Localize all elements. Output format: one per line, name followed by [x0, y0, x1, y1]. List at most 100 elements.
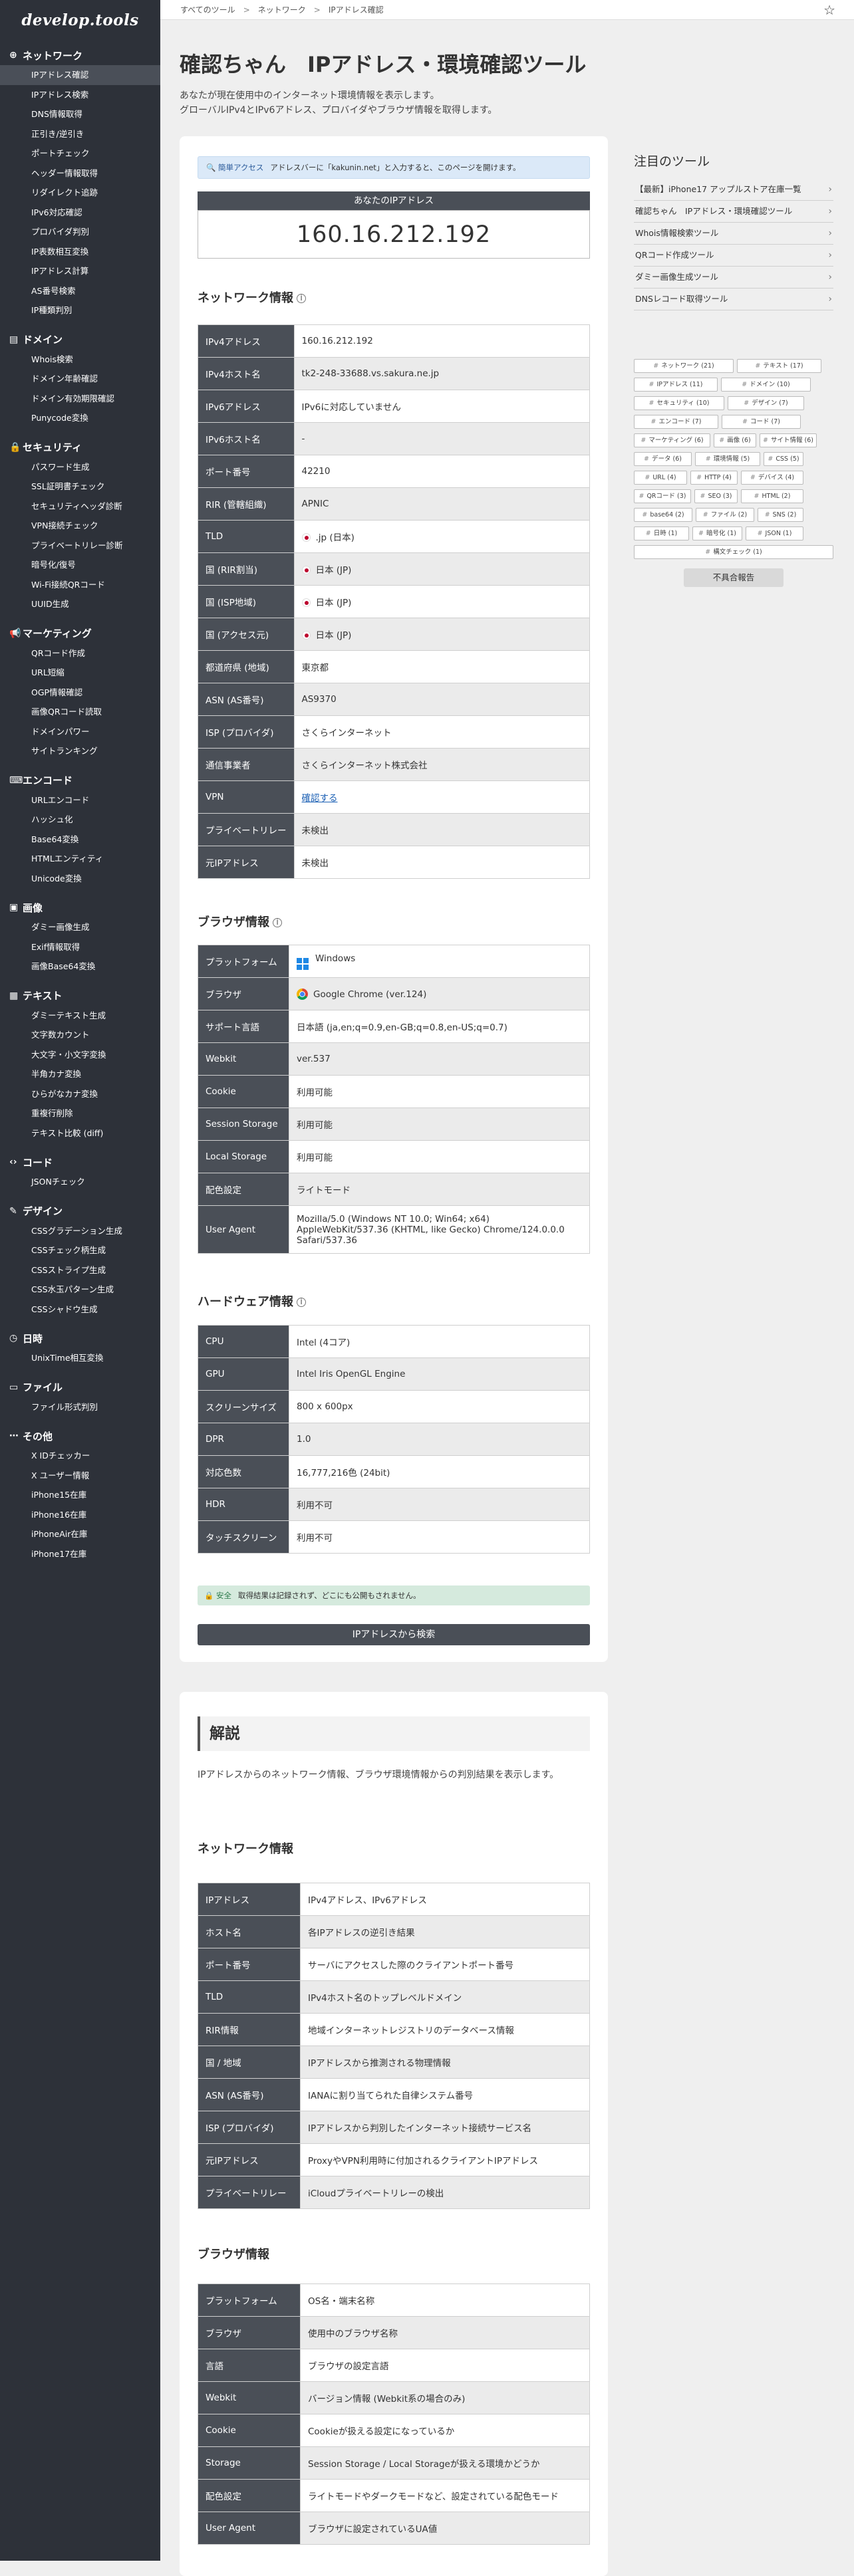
tag-link[interactable]: IPアドレス (11)	[634, 378, 718, 392]
sidebar-item[interactable]: CSSグラデーション生成	[0, 1221, 160, 1241]
sidebar-item[interactable]: Punycode変換	[0, 408, 160, 428]
sidebar-category[interactable]: ▣ 画像	[0, 897, 160, 917]
sidebar-item[interactable]: ヘッダー情報取得	[0, 164, 160, 183]
sidebar-item[interactable]: ドメイン有効期限確認	[0, 389, 160, 409]
sidebar-item[interactable]: Wi-Fi接続QRコード	[0, 575, 160, 595]
sidebar-item[interactable]: iPhoneAir在庫	[0, 1524, 160, 1544]
sidebar-item[interactable]: AS番号検索	[0, 281, 160, 301]
sidebar-item[interactable]: IP表数相互変換	[0, 242, 160, 262]
sidebar-item[interactable]: ドメインパワー	[0, 722, 160, 742]
sidebar-category[interactable]: 📢 マーケティング	[0, 624, 160, 644]
breadcrumb-network[interactable]: ネットワーク	[258, 4, 306, 15]
tag-link[interactable]: 画像 (6)	[714, 433, 756, 447]
sidebar-item[interactable]: 重複行削除	[0, 1104, 160, 1123]
tag-link[interactable]: デザイン (7)	[728, 396, 804, 410]
search-by-ip-button[interactable]: IPアドレスから検索	[198, 1624, 590, 1645]
tag-link[interactable]: セキュリティ (10)	[634, 396, 724, 410]
tag-link[interactable]: 構文チェック (1)	[634, 545, 833, 559]
sidebar-item[interactable]: JSONチェック	[0, 1172, 160, 1192]
sidebar-item[interactable]: プライベートリレー診断	[0, 536, 160, 556]
sidebar-item[interactable]: Whois検索	[0, 350, 160, 370]
sidebar-item[interactable]: VPN接続チェック	[0, 516, 160, 536]
favorite-star-icon[interactable]: ☆	[823, 2, 835, 18]
breadcrumb-all-tools[interactable]: すべてのツール	[180, 4, 235, 15]
tag-link[interactable]: エンコード (7)	[634, 415, 718, 429]
sidebar-item[interactable]: X ユーザー情報	[0, 1466, 160, 1486]
sidebar-item[interactable]: X IDチェッカー	[0, 1446, 160, 1466]
tag-link[interactable]: マーケティング (6)	[634, 433, 710, 447]
sidebar-item[interactable]: IP種類判別	[0, 300, 160, 320]
tag-link[interactable]: データ (6)	[634, 452, 692, 466]
tag-link[interactable]: 日時 (1)	[634, 527, 689, 540]
sidebar-category[interactable]: ⊕ ネットワーク	[0, 45, 160, 65]
tag-link[interactable]: CSS (5)	[764, 452, 803, 466]
tag-link[interactable]: HTTP (4)	[690, 471, 738, 485]
tag-link[interactable]: JSON (1)	[746, 527, 803, 540]
sidebar-item[interactable]: プロバイダ判別	[0, 222, 160, 242]
sidebar-category[interactable]: ▤ ドメイン	[0, 330, 160, 350]
sidebar-category[interactable]: ⋯ その他	[0, 1426, 160, 1446]
tag-link[interactable]: デバイス (4)	[741, 471, 803, 485]
sidebar-item[interactable]: OGP情報確認	[0, 683, 160, 703]
tag-link[interactable]: サイト情報 (6)	[760, 433, 817, 447]
tag-link[interactable]: ファイル (2)	[696, 508, 754, 522]
sidebar-category[interactable]: 🔒 セキュリティ	[0, 437, 160, 457]
tag-link[interactable]: 暗号化 (1)	[692, 527, 742, 540]
tag-link[interactable]: ネットワーク (21)	[634, 359, 734, 373]
sidebar-item[interactable]: パスワード生成	[0, 457, 160, 477]
featured-tool-link[interactable]: QRコード作成ツール ›	[634, 245, 833, 267]
sidebar-item[interactable]: DNS情報取得	[0, 104, 160, 124]
sidebar-item[interactable]: CSSチェック柄生成	[0, 1240, 160, 1260]
tag-link[interactable]: QRコード (3)	[634, 489, 691, 503]
sidebar-category[interactable]: ◷ 日時	[0, 1328, 160, 1348]
sidebar-item[interactable]: QRコード作成	[0, 644, 160, 663]
featured-tool-link[interactable]: DNSレコード取得ツール ›	[634, 289, 833, 310]
sidebar-item[interactable]: URLエンコード	[0, 790, 160, 810]
sidebar-category[interactable]: ⌨ エンコード	[0, 770, 160, 790]
sidebar-item[interactable]: HTMLエンティティ	[0, 849, 160, 869]
tag-link[interactable]: 環境情報 (5)	[695, 452, 760, 466]
sidebar-item[interactable]: 画像QRコード読取	[0, 702, 160, 722]
sidebar-item[interactable]: CSSストライプ生成	[0, 1260, 160, 1280]
featured-tool-link[interactable]: 確認ちゃん IPアドレス・環境確認ツール ›	[634, 201, 833, 223]
sidebar-item[interactable]: CSS水玉パターン生成	[0, 1280, 160, 1300]
info-icon[interactable]: i	[297, 294, 306, 303]
tag-link[interactable]: base64 (2)	[634, 508, 692, 522]
tag-link[interactable]: ドメイン (10)	[721, 378, 811, 392]
sidebar-item[interactable]: テキスト比較 (diff)	[0, 1123, 160, 1143]
sidebar-item[interactable]: 暗号化/復号	[0, 555, 160, 575]
sidebar-item[interactable]: 文字数カウント	[0, 1025, 160, 1045]
sidebar-item[interactable]: Unicode変換	[0, 869, 160, 889]
sidebar-item[interactable]: CSSシャドウ生成	[0, 1300, 160, 1320]
tag-link[interactable]: HTML (2)	[741, 489, 803, 503]
sidebar-item[interactable]: ひらがなカナ変換	[0, 1084, 160, 1104]
sidebar-item[interactable]: ファイル形式判別	[0, 1397, 160, 1417]
sidebar-item[interactable]: SSL証明書チェック	[0, 477, 160, 497]
tag-link[interactable]: SNS (2)	[758, 508, 803, 522]
sidebar-item[interactable]: ポートチェック	[0, 144, 160, 164]
sidebar-item[interactable]: iPhone15在庫	[0, 1485, 160, 1505]
sidebar-item[interactable]: IPv6対応確認	[0, 203, 160, 223]
tag-link[interactable]: コード (7)	[722, 415, 801, 429]
site-logo[interactable]: develop.tools	[0, 0, 160, 40]
featured-tool-link[interactable]: ダミー画像生成ツール ›	[634, 267, 833, 289]
sidebar-category[interactable]: ▦ テキスト	[0, 986, 160, 1006]
sidebar-category[interactable]: ▭ ファイル	[0, 1377, 160, 1397]
sidebar-item[interactable]: IPアドレス計算	[0, 261, 160, 281]
sidebar-item[interactable]: UnixTime相互変換	[0, 1348, 160, 1368]
sidebar-item[interactable]: IPアドレス確認	[0, 65, 160, 85]
sidebar-category[interactable]: ‹› コード	[0, 1152, 160, 1172]
sidebar-item[interactable]: 画像Base64変換	[0, 957, 160, 977]
sidebar-item[interactable]: ダミー画像生成	[0, 917, 160, 937]
sidebar-item[interactable]: ドメイン年齢確認	[0, 369, 160, 389]
sidebar-item[interactable]: URL短縮	[0, 663, 160, 683]
tag-link[interactable]: SEO (3)	[694, 489, 738, 503]
sidebar-item[interactable]: iPhone17在庫	[0, 1544, 160, 1564]
sidebar-item[interactable]: 正引き/逆引き	[0, 124, 160, 144]
sidebar-item[interactable]: サイトランキング	[0, 741, 160, 761]
sidebar-item[interactable]: 半角カナ変換	[0, 1064, 160, 1084]
info-icon[interactable]: i	[297, 1298, 306, 1307]
sidebar-item[interactable]: リダイレクト追跡	[0, 183, 160, 203]
sidebar-item[interactable]: UUID生成	[0, 594, 160, 614]
sidebar-item[interactable]: IPアドレス検索	[0, 85, 160, 105]
